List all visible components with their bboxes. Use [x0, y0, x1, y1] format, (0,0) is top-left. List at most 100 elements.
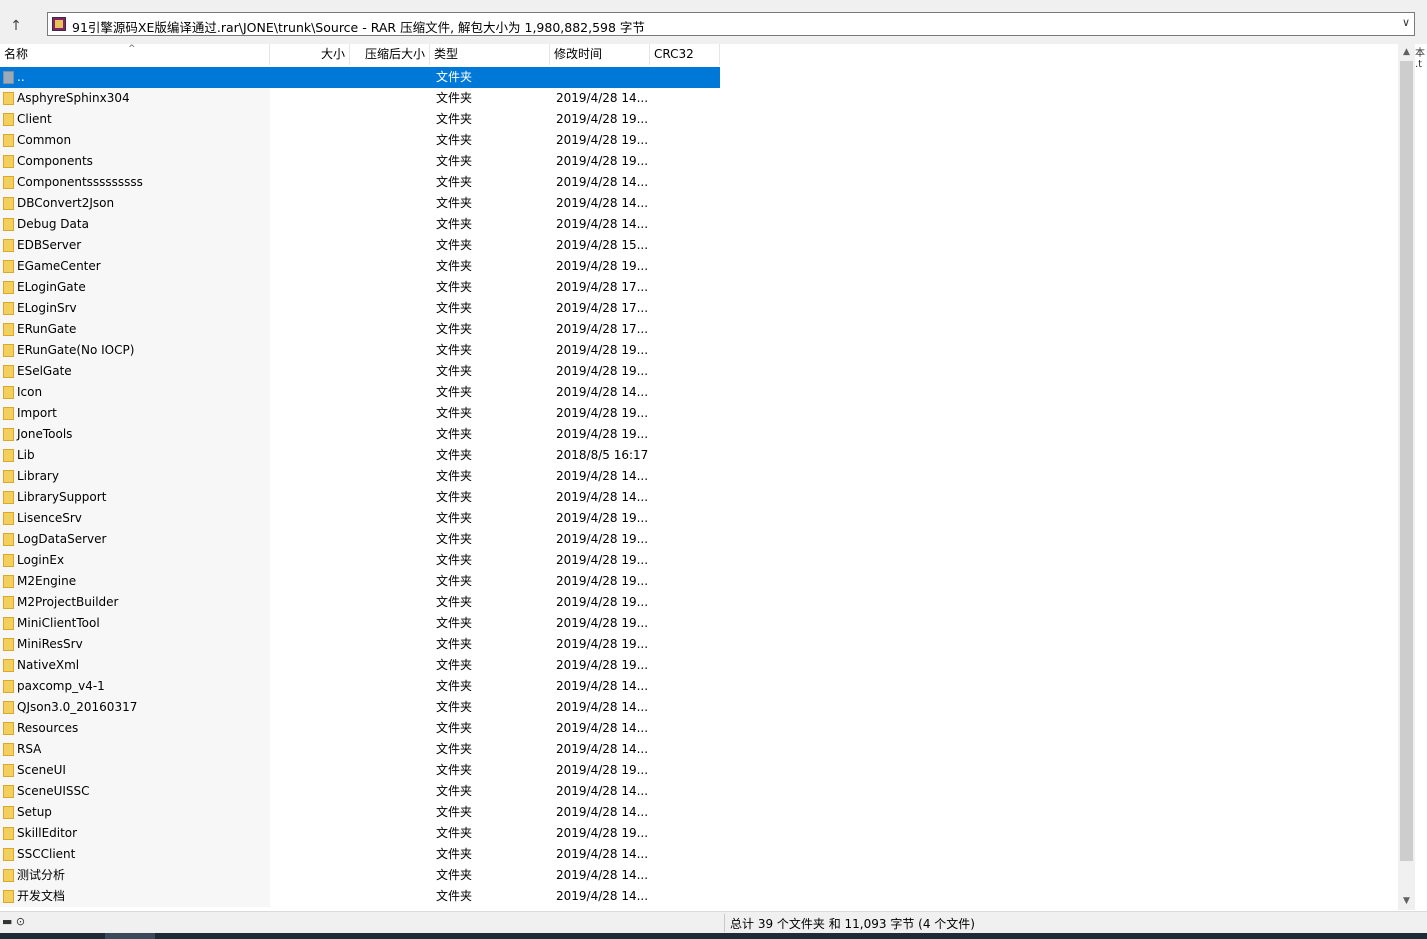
row-name: SSCClient [17, 847, 76, 861]
table-row[interactable]: QJson3.0_20160317 文件夹 2019/4/28 14... [0, 697, 720, 718]
table-row[interactable]: Import 文件夹 2019/4/28 19... [0, 403, 720, 424]
table-row[interactable]: SkillEditor 文件夹 2019/4/28 19... [0, 823, 720, 844]
folder-icon [3, 302, 14, 315]
table-row[interactable]: ERunGate(No IOCP) 文件夹 2019/4/28 19... [0, 340, 720, 361]
table-row[interactable]: RSA 文件夹 2019/4/28 14... [0, 739, 720, 760]
table-row[interactable]: SSCClient 文件夹 2019/4/28 14... [0, 844, 720, 865]
row-type: 文件夹 [436, 385, 473, 399]
table-row[interactable]: Debug Data 文件夹 2019/4/28 14... [0, 214, 720, 235]
table-row[interactable]: Common 文件夹 2019/4/28 19... [0, 130, 720, 151]
row-mtime: 2019/4/28 19... [556, 133, 649, 147]
row-name: Library [17, 469, 59, 483]
table-row[interactable]: EDBServer 文件夹 2019/4/28 15... [0, 235, 720, 256]
folder-icon [3, 197, 14, 210]
table-row[interactable]: LibrarySupport 文件夹 2019/4/28 14... [0, 487, 720, 508]
row-type: 文件夹 [436, 154, 473, 168]
row-name: QJson3.0_20160317 [17, 700, 138, 714]
column-name[interactable]: 名称 ^ [0, 44, 270, 65]
table-row[interactable]: ELoginGate 文件夹 2019/4/28 17... [0, 277, 720, 298]
folder-icon [3, 764, 14, 777]
row-mtime: 2019/4/28 14... [556, 889, 649, 903]
folder-icon [3, 806, 14, 819]
table-row[interactable]: JoneTools 文件夹 2019/4/28 19... [0, 424, 720, 445]
table-row[interactable]: ERunGate 文件夹 2019/4/28 17... [0, 319, 720, 340]
table-row[interactable]: Lib 文件夹 2018/8/5 16:17 [0, 445, 720, 466]
row-mtime: 2019/4/28 14... [556, 805, 649, 819]
row-mtime: 2019/4/28 19... [556, 616, 649, 630]
table-row[interactable]: EGameCenter 文件夹 2019/4/28 19... [0, 256, 720, 277]
folder-icon [3, 323, 14, 336]
folder-icon [3, 533, 14, 546]
scroll-up-icon[interactable]: ▲ [1398, 44, 1415, 61]
row-name: LibrarySupport [17, 490, 107, 504]
table-row[interactable]: LoginEx 文件夹 2019/4/28 19... [0, 550, 720, 571]
folder-icon [3, 386, 14, 399]
table-row[interactable]: M2Engine 文件夹 2019/4/28 19... [0, 571, 720, 592]
folder-icon [3, 365, 14, 378]
row-mtime: 2019/4/28 14... [556, 490, 649, 504]
table-row[interactable]: MiniClientTool 文件夹 2019/4/28 19... [0, 613, 720, 634]
column-type[interactable]: 类型 [430, 44, 550, 65]
table-row[interactable]: SceneUI 文件夹 2019/4/28 19... [0, 760, 720, 781]
row-mtime: 2019/4/28 19... [556, 406, 649, 420]
row-name: EDBServer [17, 238, 82, 252]
row-mtime: 2019/4/28 14... [556, 784, 649, 798]
table-row[interactable]: M2ProjectBuilder 文件夹 2019/4/28 19... [0, 592, 720, 613]
row-type: 文件夹 [436, 469, 473, 483]
table-row[interactable]: ESelGate 文件夹 2019/4/28 19... [0, 361, 720, 382]
folder-icon [3, 890, 14, 903]
rar-archive-icon [52, 17, 66, 31]
column-modified-time[interactable]: 修改时间 [550, 44, 650, 65]
row-name: Import [17, 406, 57, 420]
table-row[interactable]: Resources 文件夹 2019/4/28 14... [0, 718, 720, 739]
vertical-scrollbar[interactable]: ▲ ▼ [1398, 44, 1415, 910]
row-mtime: 2019/4/28 14... [556, 196, 649, 210]
folder-icon [3, 638, 14, 651]
row-type: 文件夹 [436, 574, 473, 588]
row-mtime: 2019/4/28 14... [556, 469, 649, 483]
column-packed-size[interactable]: 压缩后大小 [350, 44, 430, 65]
table-row[interactable]: Icon 文件夹 2019/4/28 14... [0, 382, 720, 403]
table-row[interactable]: 开发文档 文件夹 2019/4/28 14... [0, 886, 720, 907]
row-name: M2Engine [17, 574, 77, 588]
row-type: 文件夹 [436, 280, 473, 294]
row-name: EGameCenter [17, 259, 101, 273]
table-row[interactable]: SceneUISSC 文件夹 2019/4/28 14... [0, 781, 720, 802]
table-row[interactable]: DBConvert2Json 文件夹 2019/4/28 14... [0, 193, 720, 214]
file-list[interactable]: .. 文件夹 AsphyreSphinx304 文件夹 2019/4/28 14... C… [0, 67, 1398, 910]
table-row[interactable]: Library 文件夹 2019/4/28 14... [0, 466, 720, 487]
table-row[interactable]: Componentsssssssss 文件夹 2019/4/28 14... [0, 172, 720, 193]
table-row[interactable]: NativeXml 文件夹 2019/4/28 19... [0, 655, 720, 676]
table-row[interactable]: Setup 文件夹 2019/4/28 14... [0, 802, 720, 823]
column-size[interactable]: 大小 [270, 44, 350, 65]
row-type: 文件夹 [436, 175, 473, 189]
table-row[interactable]: Client 文件夹 2019/4/28 19... [0, 109, 720, 130]
table-row[interactable]: paxcomp_v4-1 文件夹 2019/4/28 14... [0, 676, 720, 697]
row-name: RSA [17, 742, 42, 756]
chevron-down-icon[interactable]: ∨ [1402, 16, 1410, 29]
table-row[interactable]: Components 文件夹 2019/4/28 19... [0, 151, 720, 172]
scroll-thumb[interactable] [1400, 61, 1413, 861]
table-row[interactable]: .. 文件夹 [0, 67, 720, 88]
drive-icon[interactable]: ▬ ⊙ [2, 915, 25, 928]
row-name: ESelGate [17, 364, 72, 378]
table-row[interactable]: 测试分析 文件夹 2019/4/28 14... [0, 865, 720, 886]
table-row[interactable]: ELoginSrv 文件夹 2019/4/28 17... [0, 298, 720, 319]
row-name: LisenceSrv [17, 511, 82, 525]
row-name: ERunGate(No IOCP) [17, 343, 135, 357]
row-name: Setup [17, 805, 52, 819]
table-row[interactable]: AsphyreSphinx304 文件夹 2019/4/28 14... [0, 88, 720, 109]
row-type: 文件夹 [436, 448, 473, 462]
taskbar-item[interactable] [105, 933, 155, 939]
up-folder-button[interactable]: ↑ [6, 16, 26, 36]
row-name: Componentsssssssss [17, 175, 143, 189]
scroll-down-icon[interactable]: ▼ [1398, 893, 1415, 910]
row-name: Resources [17, 721, 79, 735]
table-row[interactable]: MiniResSrv 文件夹 2019/4/28 19... [0, 634, 720, 655]
row-name: Icon [17, 385, 43, 399]
table-row[interactable]: LogDataServer 文件夹 2019/4/28 19... [0, 529, 720, 550]
row-mtime: 2019/4/28 17... [556, 301, 649, 315]
address-input[interactable]: 91引擎源码XE版编译通过.rar\JONE\trunk\Source - RA… [47, 12, 1415, 36]
table-row[interactable]: LisenceSrv 文件夹 2019/4/28 19... [0, 508, 720, 529]
column-crc32[interactable]: CRC32 [650, 44, 720, 65]
